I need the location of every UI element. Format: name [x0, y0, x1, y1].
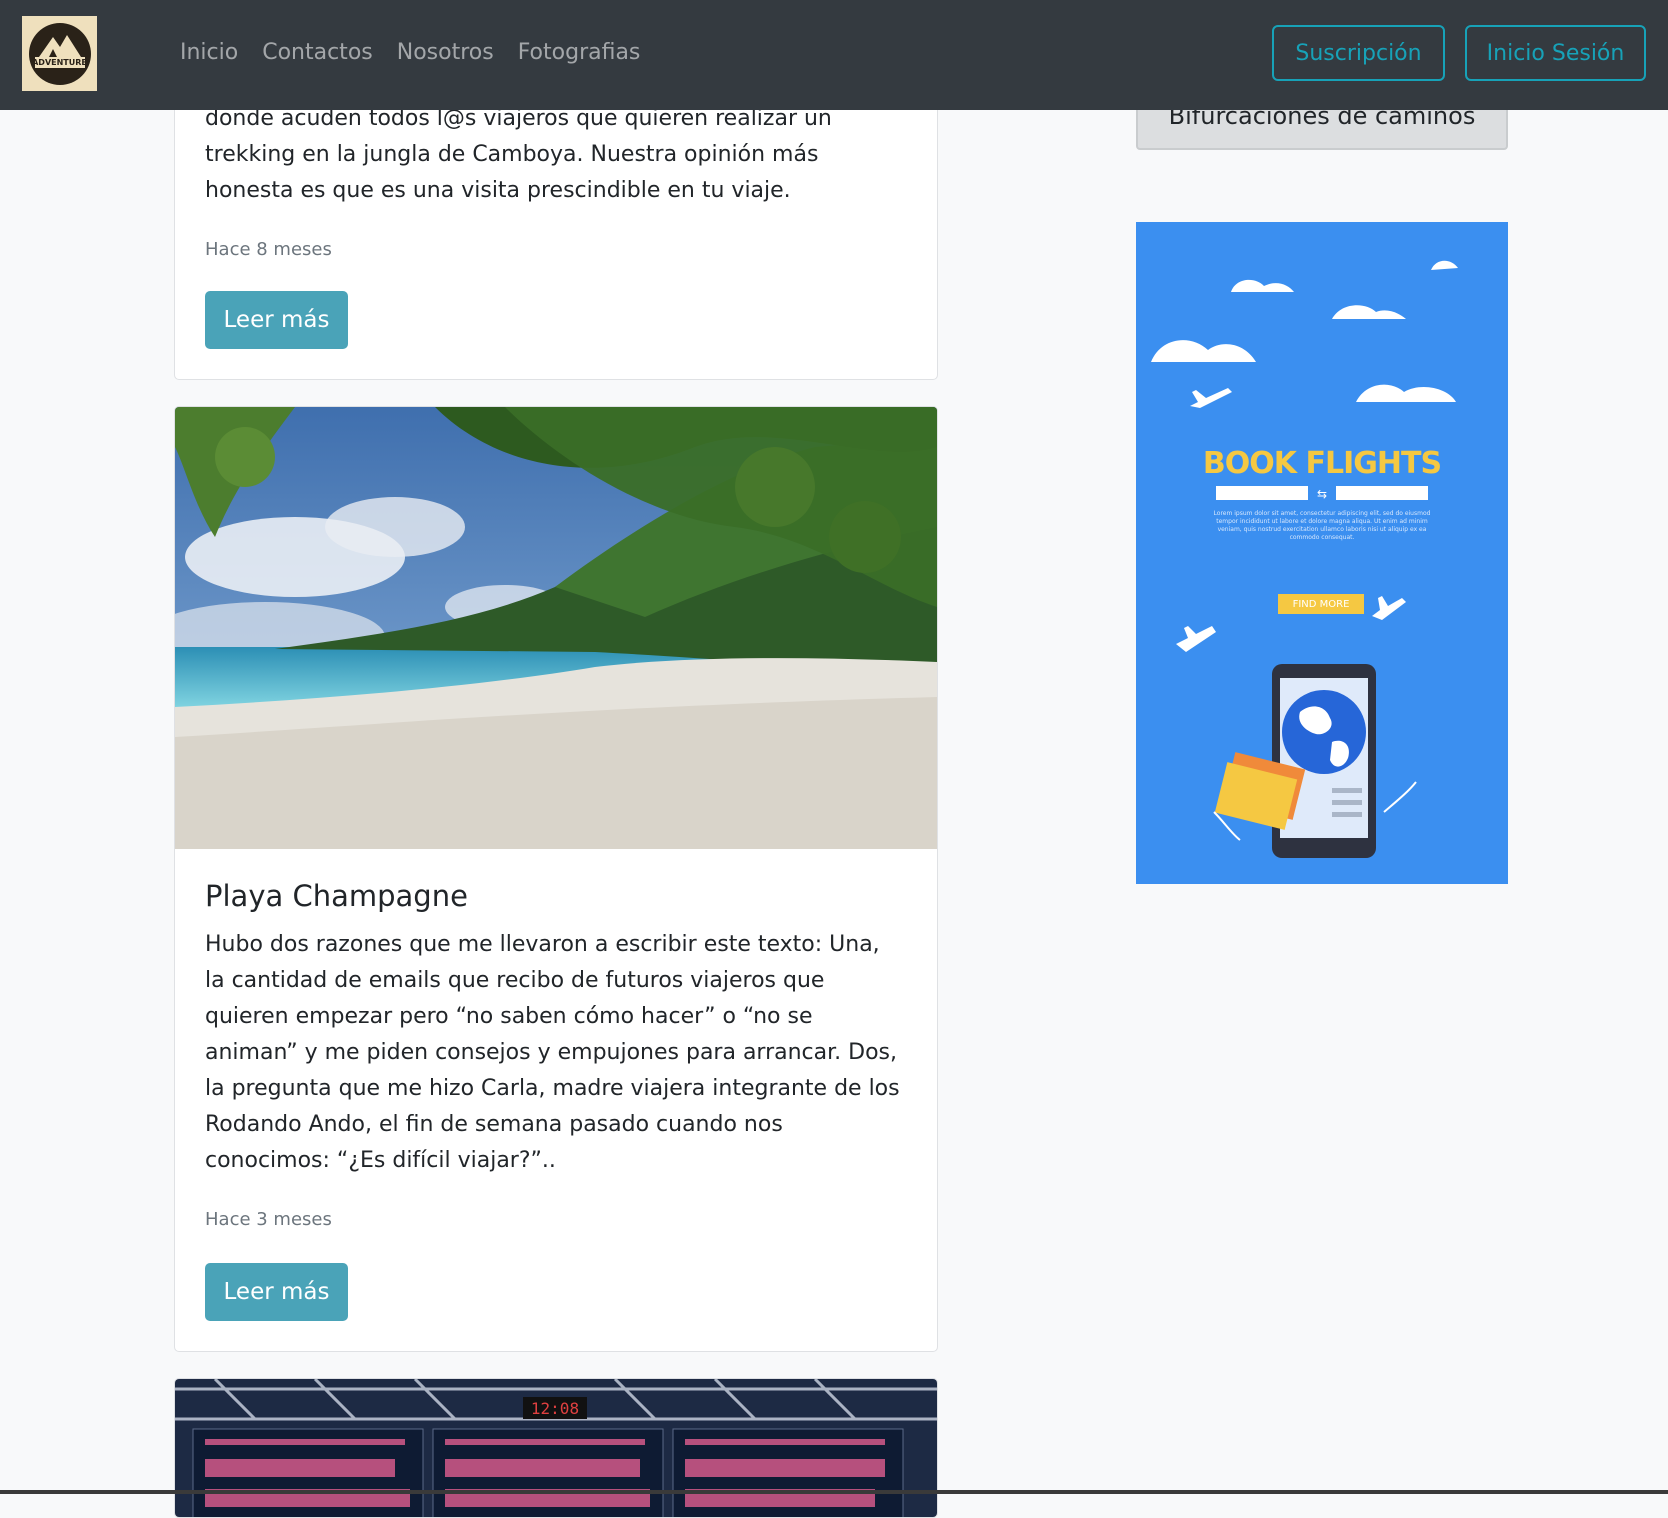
post-card: 12:08 — [174, 1378, 938, 1518]
nav-link-inicio[interactable]: Inicio — [180, 36, 238, 70]
nav-link-fotografias[interactable]: Fotografias — [518, 36, 641, 70]
brand-logo[interactable]: ADVENTURE — [22, 16, 97, 91]
read-more-button[interactable]: Leer más — [205, 1263, 348, 1321]
svg-text:⇆: ⇆ — [1317, 487, 1327, 501]
ad-body-text: Lorem ipsum dolor sit amet, consectetur … — [1213, 510, 1431, 541]
navbar: ADVENTURE Inicio Contactos Nosotros Foto… — [0, 0, 1668, 110]
login-button[interactable]: Inicio Sesión — [1465, 25, 1646, 81]
logo-text: ADVENTURE — [32, 57, 87, 67]
book-flights-ad[interactable]: ⇆ BOOK FLIGHTS Lorem ipsum dolor sit ame… — [1136, 222, 1508, 884]
post-title[interactable]: Playa Champagne — [205, 879, 468, 913]
post-card: Playa Champagne Hubo dos razones que me … — [174, 406, 938, 1352]
beach-image[interactable] — [175, 407, 937, 849]
nav-links: Inicio Contactos Nosotros Fotografias — [180, 36, 640, 70]
nav-link-nosotros[interactable]: Nosotros — [397, 36, 494, 70]
plane-icon — [1190, 388, 1232, 408]
find-more-button[interactable]: FIND MORE — [1278, 594, 1364, 614]
window-bottom-edge — [0, 1490, 1668, 1494]
airport-board-image[interactable]: 12:08 — [175, 1379, 937, 1518]
subscribe-button[interactable]: Suscripción — [1272, 25, 1445, 81]
nav-link-contactos[interactable]: Contactos — [262, 36, 373, 70]
post-excerpt: donde acuden todos l@s viajeros que quie… — [205, 106, 832, 203]
mountain-logo-icon: ADVENTURE — [28, 22, 91, 85]
post-time: Hace 3 meses — [205, 1209, 332, 1230]
ad-illustration: ⇆ — [1151, 260, 1458, 858]
board-clock: 12:08 — [531, 1399, 579, 1418]
read-more-button[interactable]: Leer más — [205, 291, 348, 349]
post-excerpt: Hubo dos razones que me llevaron a escri… — [205, 932, 900, 1173]
post-time: Hace 8 meses — [205, 239, 332, 260]
ad-title: BOOK FLIGHTS — [1202, 446, 1442, 481]
